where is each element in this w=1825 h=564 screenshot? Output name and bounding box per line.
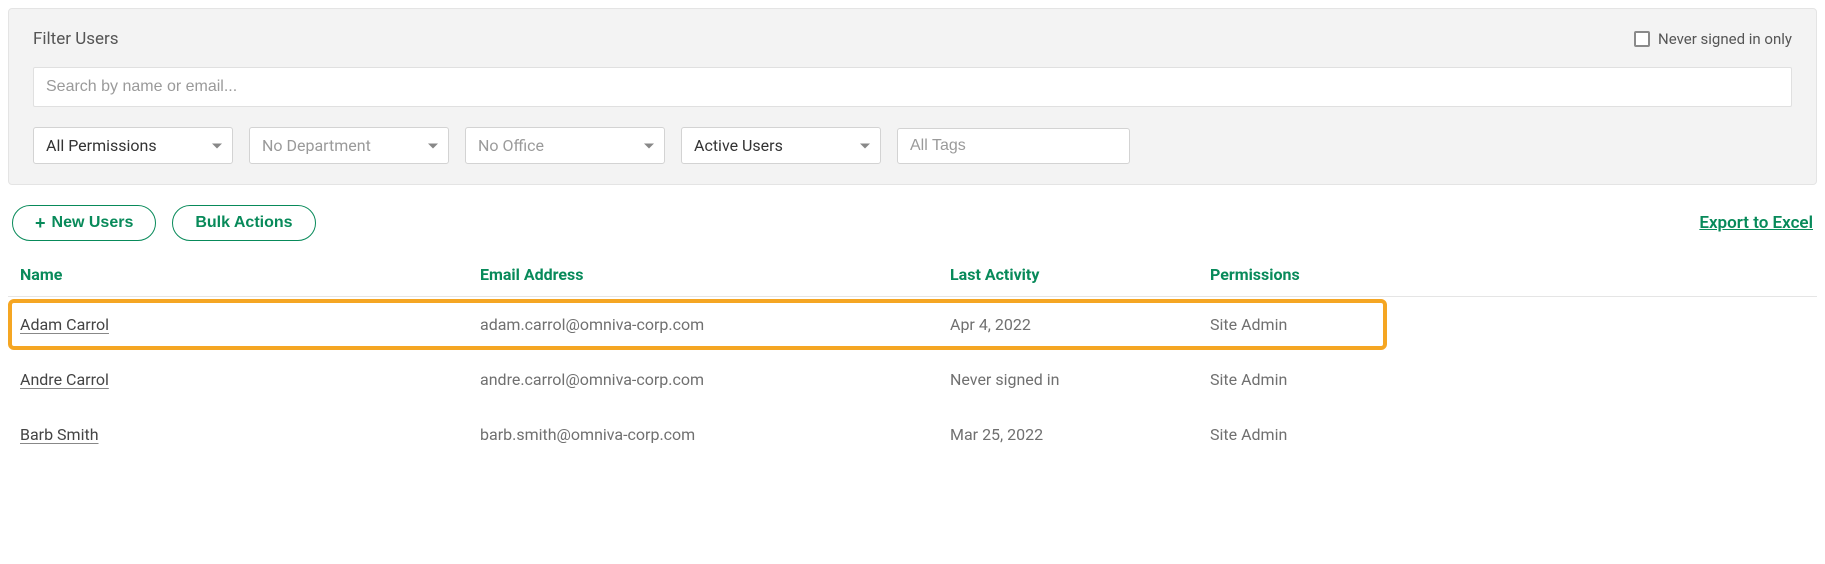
permissions-select-value: All Permissions bbox=[46, 136, 157, 155]
office-select-value: No Office bbox=[478, 136, 544, 155]
user-name-link[interactable]: Adam Carrol bbox=[20, 315, 109, 334]
users-table: Name Email Address Last Activity Permiss… bbox=[8, 265, 1817, 462]
cell-name: Adam Carrol bbox=[20, 315, 480, 334]
filter-panel: Filter Users Never signed in only All Pe… bbox=[8, 8, 1817, 185]
bulk-actions-button[interactable]: Bulk Actions bbox=[172, 205, 315, 241]
cell-permissions: Site Admin bbox=[1210, 315, 1805, 334]
filter-header: Filter Users Never signed in only bbox=[33, 29, 1792, 49]
table-row: Andre Carrol andre.carrol@omniva-corp.com… bbox=[8, 352, 1817, 407]
cell-permissions: Site Admin bbox=[1210, 425, 1805, 444]
status-select-value: Active Users bbox=[694, 136, 783, 155]
table-row: Adam Carrol adam.carrol@omniva-corp.comAp… bbox=[8, 297, 1817, 352]
cell-name: Andre Carrol bbox=[20, 370, 480, 389]
caret-down-icon bbox=[428, 143, 438, 148]
department-select[interactable]: No Department bbox=[249, 127, 449, 164]
cell-activity: Mar 25, 2022 bbox=[950, 425, 1210, 444]
filter-row: All Permissions No Department No Office … bbox=[33, 127, 1792, 164]
search-input[interactable] bbox=[33, 67, 1792, 107]
never-signed-in-label: Never signed in only bbox=[1658, 30, 1792, 48]
export-link[interactable]: Export to Excel bbox=[1699, 213, 1813, 233]
never-signed-in-checkbox[interactable]: Never signed in only bbox=[1634, 30, 1792, 48]
status-select[interactable]: Active Users bbox=[681, 127, 881, 164]
plus-icon: + bbox=[35, 214, 46, 232]
cell-name: Barb Smith bbox=[20, 425, 480, 444]
new-users-label: New Users bbox=[52, 214, 134, 232]
actions-row: + New Users Bulk Actions Export to Excel bbox=[8, 205, 1817, 241]
col-header-name[interactable]: Name bbox=[20, 265, 480, 284]
col-header-permissions[interactable]: Permissions bbox=[1210, 265, 1805, 284]
table-body: Adam Carrol adam.carrol@omniva-corp.comAp… bbox=[8, 297, 1817, 462]
tags-input[interactable] bbox=[897, 128, 1130, 164]
caret-down-icon bbox=[212, 143, 222, 148]
new-users-button[interactable]: + New Users bbox=[12, 205, 156, 241]
caret-down-icon bbox=[644, 143, 654, 148]
permissions-select[interactable]: All Permissions bbox=[33, 127, 233, 164]
table-row: Barb Smith barb.smith@omniva-corp.comMar … bbox=[8, 407, 1817, 462]
checkbox-icon bbox=[1634, 31, 1650, 47]
user-name-link[interactable]: Andre Carrol bbox=[20, 370, 109, 389]
bulk-actions-label: Bulk Actions bbox=[195, 214, 292, 232]
filter-title: Filter Users bbox=[33, 29, 119, 49]
cell-email: andre.carrol@omniva-corp.com bbox=[480, 370, 950, 389]
cell-activity: Apr 4, 2022 bbox=[950, 315, 1210, 334]
cell-activity: Never signed in bbox=[950, 370, 1210, 389]
col-header-email[interactable]: Email Address bbox=[480, 265, 950, 284]
department-select-value: No Department bbox=[262, 136, 371, 155]
caret-down-icon bbox=[860, 143, 870, 148]
table-header: Name Email Address Last Activity Permiss… bbox=[8, 265, 1817, 297]
office-select[interactable]: No Office bbox=[465, 127, 665, 164]
user-name-link[interactable]: Barb Smith bbox=[20, 425, 99, 444]
cell-email: adam.carrol@omniva-corp.com bbox=[480, 315, 950, 334]
cell-permissions: Site Admin bbox=[1210, 370, 1805, 389]
cell-email: barb.smith@omniva-corp.com bbox=[480, 425, 950, 444]
col-header-activity[interactable]: Last Activity bbox=[950, 265, 1210, 284]
